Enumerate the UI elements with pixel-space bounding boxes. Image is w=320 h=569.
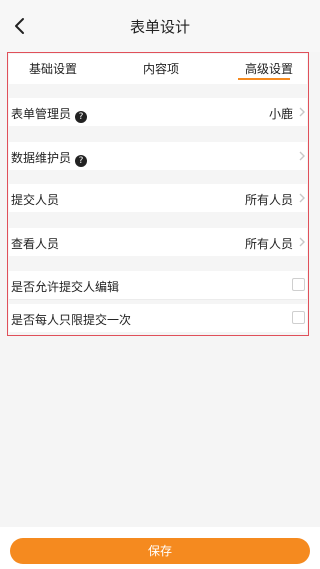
- save-button[interactable]: 保存: [10, 538, 310, 564]
- page-title: 表单设计: [129, 18, 190, 36]
- header-bar: 表单设计: [0, 0, 320, 52]
- highlight-frame: [7, 52, 309, 336]
